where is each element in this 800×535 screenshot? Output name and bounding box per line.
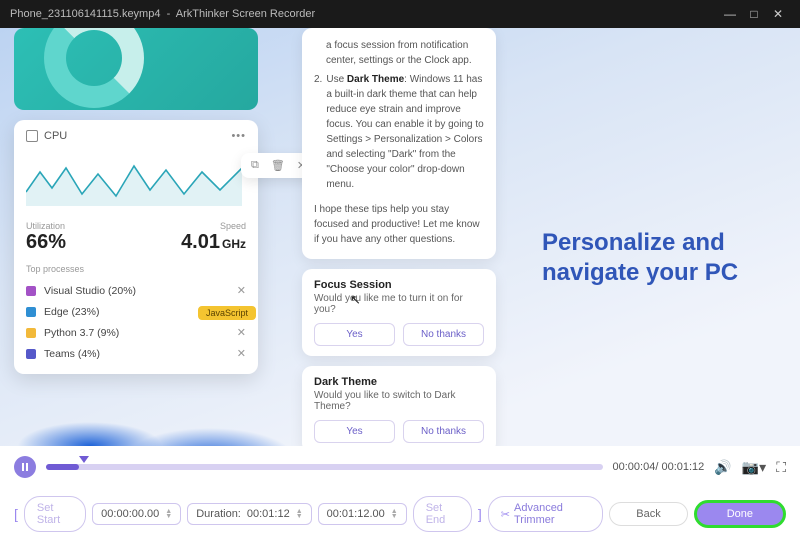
yes-button[interactable]: Yes [314,323,395,346]
advanced-trimmer-button[interactable]: ✂ Advanced Trimmer [488,496,603,532]
process-close-icon[interactable]: ✕ [237,347,246,360]
set-end-button[interactable]: Set End [413,496,472,532]
video-preview: CPU ••• Utilization 66% Speed 4.01GHz [0,28,800,446]
top-proc-label: Top processes [26,264,246,274]
action-title: Focus Session [314,279,484,291]
camera-icon[interactable]: 📷▾ [742,459,766,476]
window-title: Phone_231106141115.keymp4 - ArkThinker S… [10,8,718,20]
util-value: 66% [26,231,66,254]
copy-icon[interactable]: ⧉ [251,159,259,172]
process-icon [26,286,36,296]
no-button[interactable]: No thanks [403,323,484,346]
playhead-icon[interactable] [79,456,89,463]
hint-line1: a focus session from notification center… [326,38,484,68]
process-row: Visual Studio (20%) ✕ [26,280,246,301]
process-name: Visual Studio (20%) [44,285,136,297]
set-start-button[interactable]: Set Start [24,496,86,532]
js-pill: JavaScript [198,306,256,320]
process-icon [26,349,36,359]
volume-icon[interactable]: 🔊 [714,459,731,476]
minimize-button[interactable]: — [718,7,742,21]
trim-row: [ Set Start 00:00:00.00▲▼ Duration:00:01… [14,496,786,532]
cpu-widget: CPU ••• Utilization 66% Speed 4.01GHz [14,120,258,374]
util-label: Utilization [26,221,66,231]
process-name: Python 3.7 (9%) [44,327,119,339]
app-name: ArkThinker Screen Recorder [176,8,315,20]
filename: Phone_231106141115.keymp4 [10,8,160,20]
hint-closing: I hope these tips help you stay focused … [314,202,484,247]
process-list: Visual Studio (20%)✕Edge (23%)✕Python 3.… [26,280,246,364]
more-icon[interactable]: ••• [231,130,246,142]
hint-card: a focus session from notification center… [302,28,496,259]
maximize-button[interactable]: □ [742,7,766,21]
headline: Personalize and navigate your PC [542,228,772,288]
action-sub: Would you like to switch to Dark Theme? [314,390,484,412]
start-time-input[interactable]: 00:00:00.00▲▼ [92,503,181,525]
speed-value: 4.01GHz [181,231,246,254]
close-button[interactable]: ✕ [766,7,790,21]
process-name: Edge (23%) [44,306,99,318]
process-icon [26,328,36,338]
teal-widget [14,28,258,110]
trash-icon[interactable]: 🗑 [271,159,285,172]
back-button[interactable]: Back [609,502,687,526]
process-icon [26,307,36,317]
cpu-icon [26,130,38,142]
time-display: 00:00:04/ 00:01:12 [613,461,705,473]
action-card: Dark Theme Would you like to switch to Da… [302,366,496,446]
action-sub: Would you like me to turn it on for you? [314,293,484,315]
process-close-icon[interactable]: ✕ [237,284,246,297]
process-name: Teams (4%) [44,348,100,360]
end-time-input[interactable]: 00:01:12.00▲▼ [318,503,407,525]
no-button[interactable]: No thanks [403,420,484,443]
bracket-left-icon: [ [14,506,18,522]
pause-button[interactable] [14,456,36,478]
process-row: Python 3.7 (9%) ✕ [26,322,246,343]
done-button[interactable]: Done [694,500,786,528]
widget-stack: CPU ••• Utilization 66% Speed 4.01GHz [14,28,258,374]
yes-button[interactable]: Yes [314,420,395,443]
chat-column: a focus session from notification center… [302,28,496,446]
cursor-icon: ↖ [350,292,361,308]
cpu-label: CPU [44,130,67,142]
titlebar: Phone_231106141115.keymp4 - ArkThinker S… [0,0,800,28]
controls: 00:00:04/ 00:01:12 🔊 📷▾ ⛶ [ Set Start 00… [0,446,800,532]
wallpaper-wave [0,386,300,446]
action-card: Focus Session Would you like me to turn i… [302,269,496,356]
duration-input[interactable]: Duration:00:01:12▲▼ [187,503,311,525]
scrub-bar[interactable] [46,458,603,476]
process-close-icon[interactable]: ✕ [237,326,246,339]
bracket-right-icon: ] [478,506,482,522]
action-title: Dark Theme [314,376,484,388]
process-row: Teams (4%) ✕ [26,343,246,364]
speed-label: Speed [181,221,246,231]
scissors-icon: ✂ [501,508,510,521]
fullscreen-icon[interactable]: ⛶ [776,459,786,476]
cpu-sparkline [26,150,242,206]
